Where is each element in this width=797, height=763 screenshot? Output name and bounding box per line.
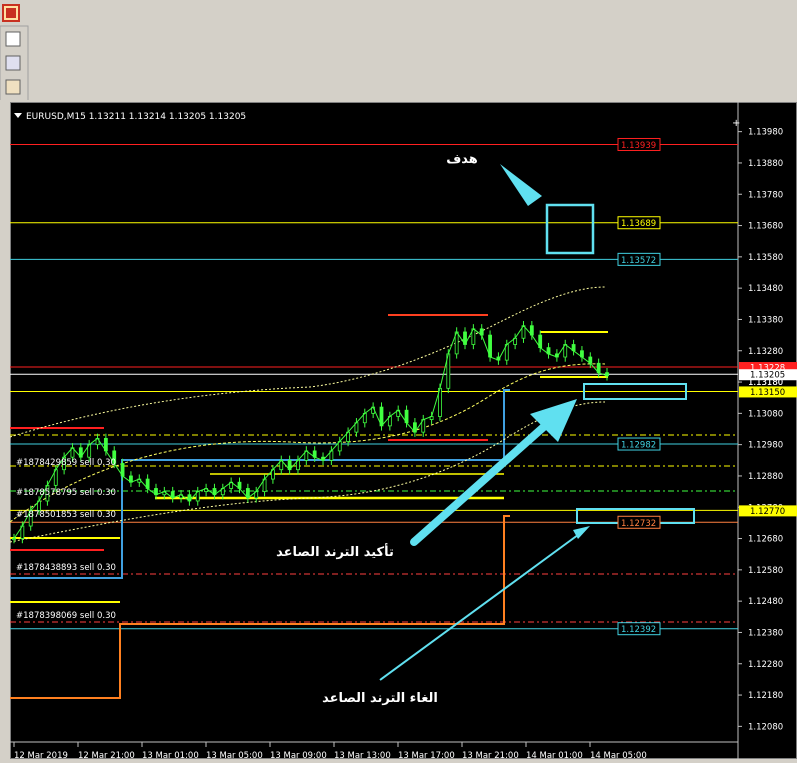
toolbar-graphic [0, 4, 29, 103]
price-tick-label: 1.13280 [748, 347, 783, 357]
uptrend-confirmation-label: تأكيد الترند الصاعد [276, 543, 394, 560]
price-tick-label: 1.12880 [748, 472, 783, 482]
order-label-3[interactable]: #1878501853 sell 0.30 [16, 510, 116, 520]
time-tick-label: 13 Mar 17:00 [398, 751, 455, 759]
level-tag-label: 1.13939 [621, 141, 656, 151]
time-tick-label: 14 Mar 05:00 [590, 751, 647, 759]
price-tick-label: 1.12380 [748, 628, 783, 638]
price-tick-label: 1.13880 [748, 159, 783, 169]
time-tick-label: 12 Mar 2019 [14, 751, 68, 759]
price-tick-label: 1.13780 [748, 190, 783, 200]
time-tick-label: 14 Mar 01:00 [526, 751, 583, 759]
price-tick-label: 1.13580 [748, 253, 783, 263]
price-tick-label: 1.12280 [748, 660, 783, 670]
level-tag-label: 1.13689 [621, 219, 656, 229]
navigator-icon[interactable] [5, 55, 21, 71]
price-chart[interactable]: EURUSD,M15 1.13211 1.13214 1.13205 1.132… [9, 102, 797, 761]
time-tick-label: 13 Mar 09:00 [270, 751, 327, 759]
time-tick-label: 13 Mar 01:00 [142, 751, 199, 759]
price-tick-label: 1.12080 [748, 722, 783, 732]
level-tag-label: 1.12392 [621, 625, 656, 635]
chart-window[interactable]: EURUSD,M15 1.13211 1.13214 1.13205 1.132… [9, 102, 797, 761]
time-tick-label: 12 Mar 21:00 [78, 751, 135, 759]
candle-body [12, 538, 16, 540]
price-tick-label: 1.13980 [748, 128, 783, 138]
price-tick-label: 1.12980 [748, 441, 783, 451]
order-label-5[interactable]: #1878398069 sell 0.30 [16, 611, 116, 621]
axis-extra-label: 1.13180 [748, 378, 783, 388]
price-tick-label: 1.13080 [748, 409, 783, 419]
price-tick-label: 1.12480 [748, 597, 783, 607]
price-tick-label: 1.12580 [748, 566, 783, 576]
level-tag-label: 1.12732 [621, 519, 656, 529]
chart-title: EURUSD,M15 1.13211 1.13214 1.13205 1.132… [26, 112, 246, 122]
uptrend-cancellation-label: الغاء الترند الصاعد [322, 691, 438, 706]
price-tick-label: 1.12180 [748, 691, 783, 701]
price-tick-label: 1.13680 [748, 222, 783, 232]
axis-price-tag-label: 1.13150 [750, 388, 785, 398]
order-label-1[interactable]: #1878429859 sell 0.30 [16, 458, 116, 468]
target-label: هدف [446, 152, 478, 167]
axis-price-tag-label: 1.12770 [750, 507, 785, 517]
level-tag-label: 1.13572 [621, 256, 656, 266]
time-tick-label: 13 Mar 21:00 [462, 751, 519, 759]
corner-marker: + [732, 118, 740, 129]
chart-background [10, 102, 797, 759]
price-tick-label: 1.13480 [748, 284, 783, 294]
left-strip [0, 100, 10, 759]
terminal-icon[interactable] [5, 79, 21, 95]
price-tick-label: 1.13380 [748, 315, 783, 325]
order-label-2[interactable]: #1878578795 sell 0.30 [16, 488, 116, 498]
time-tick-label: 13 Mar 13:00 [334, 751, 391, 759]
toolbar [0, 0, 797, 103]
level-tag-label: 1.12982 [621, 441, 656, 451]
order-label-4[interactable]: #1878438893 sell 0.30 [16, 563, 116, 573]
price-tick-label: 1.12680 [748, 535, 783, 545]
new-chart-icon[interactable] [5, 31, 21, 47]
time-tick-label: 13 Mar 05:00 [206, 751, 263, 759]
